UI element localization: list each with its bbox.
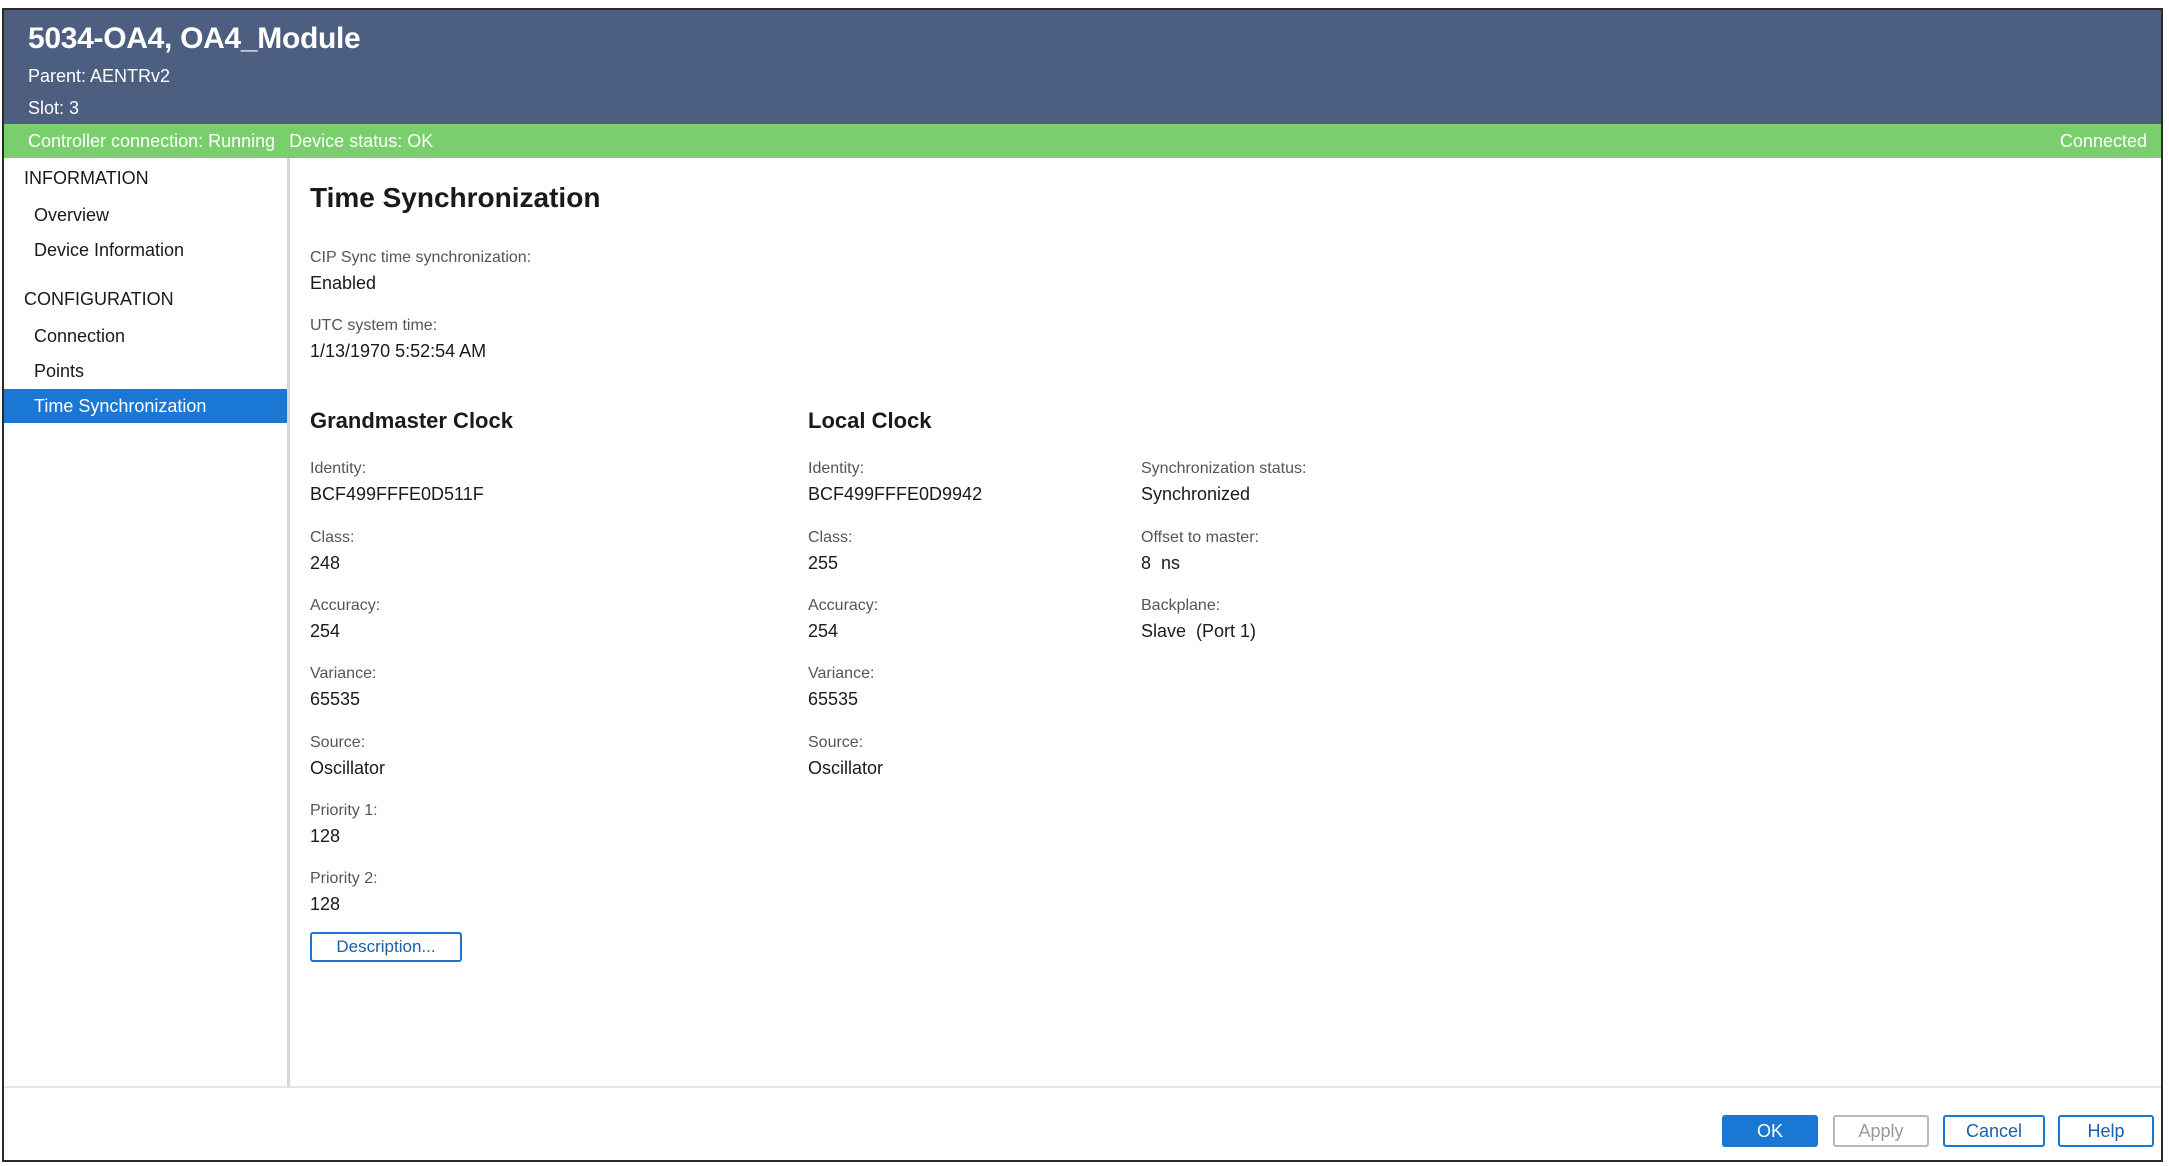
connection-state: Connected [2059,131,2147,151]
ok-button[interactable]: OK [1722,1115,1818,1147]
gm-class-value: 248 [310,553,341,573]
gm-accuracy-value: 254 [310,621,341,641]
sync-status-label: Synchronization status: [1141,460,1307,477]
sidebar-item-device-information[interactable]: Device Information [4,233,287,267]
cip-sync-label: CIP Sync time synchronization: [310,249,532,266]
module-properties-dialog: 5034-OA4, OA4_Module Parent: AENTRv2 Slo… [2,8,2163,1162]
gm-class-label: Class: [310,529,355,546]
backplane-value: Slave (Port 1) [1141,621,1257,641]
gm-priority2-value: 128 [310,894,341,914]
utc-time-value: 1/13/1970 5:52:54 AM [310,341,487,361]
gm-variance-value: 65535 [310,689,361,709]
help-button[interactable]: Help [2058,1115,2154,1147]
page-title: Time Synchronization [310,182,601,213]
gm-priority1-value: 128 [310,826,341,846]
local-clock-heading: Local Clock [808,408,932,433]
gm-identity-label: Identity: [310,460,367,477]
module-title: 5034-OA4, OA4_Module [28,22,361,55]
offset-label: Offset to master: [1141,529,1259,546]
dialog-footer: OK Apply Cancel Help [4,1086,2161,1160]
main-panel: Time Synchronization CIP Sync time synch… [290,158,2161,1086]
local-source-label: Source: [808,734,864,751]
backplane-label: Backplane: [1141,597,1221,614]
cip-sync-value: Enabled [310,273,377,293]
sidebar-item-connection[interactable]: Connection [4,319,287,353]
sidebar-nav: INFORMATION Overview Device Information … [4,158,290,1086]
sidebar-item-points[interactable]: Points [4,354,287,388]
local-accuracy-value: 254 [808,621,839,641]
cancel-button[interactable]: Cancel [1943,1115,2045,1147]
slot-text: Slot: 3 [28,98,80,118]
status-left: Controller connection: Running Device sta… [28,131,433,152]
gm-source-label: Source: [310,734,366,751]
parent-text: Parent: AENTRv2 [28,66,171,86]
sync-status-value: Synchronized [1141,484,1251,504]
offset-value: 8 ns [1141,553,1181,573]
gm-variance-label: Variance: [310,665,377,682]
status-bar: Controller connection: Running Device sta… [4,124,2161,158]
dialog-header: 5034-OA4, OA4_Module Parent: AENTRv2 Slo… [4,10,2161,124]
apply-button[interactable]: Apply [1833,1115,1929,1147]
local-class-label: Class: [808,529,853,546]
local-class-value: 255 [808,553,839,573]
gm-priority2-label: Priority 2: [310,870,378,887]
sidebar-item-time-synchronization[interactable]: Time Synchronization [4,389,287,423]
device-status: Device status: OK [289,131,434,151]
local-variance-value: 65535 [808,689,859,709]
local-identity-value: BCF499FFFE0D9942 [808,484,983,504]
sidebar-item-overview[interactable]: Overview [4,198,287,232]
gm-identity-value: BCF499FFFE0D511F [310,484,484,504]
local-source-value: Oscillator [808,758,884,778]
section-configuration: CONFIGURATION [24,289,174,309]
utc-time-label: UTC system time: [310,317,438,334]
controller-connection-status: Controller connection: Running [28,131,276,151]
local-identity-label: Identity: [808,460,865,477]
gm-source-value: Oscillator [310,758,386,778]
section-information: INFORMATION [24,168,149,188]
local-variance-label: Variance: [808,665,875,682]
local-accuracy-label: Accuracy: [808,597,879,614]
description-button[interactable]: Description... [310,932,462,962]
grandmaster-clock-heading: Grandmaster Clock [310,408,513,433]
gm-accuracy-label: Accuracy: [310,597,381,614]
gm-priority1-label: Priority 1: [310,802,378,819]
